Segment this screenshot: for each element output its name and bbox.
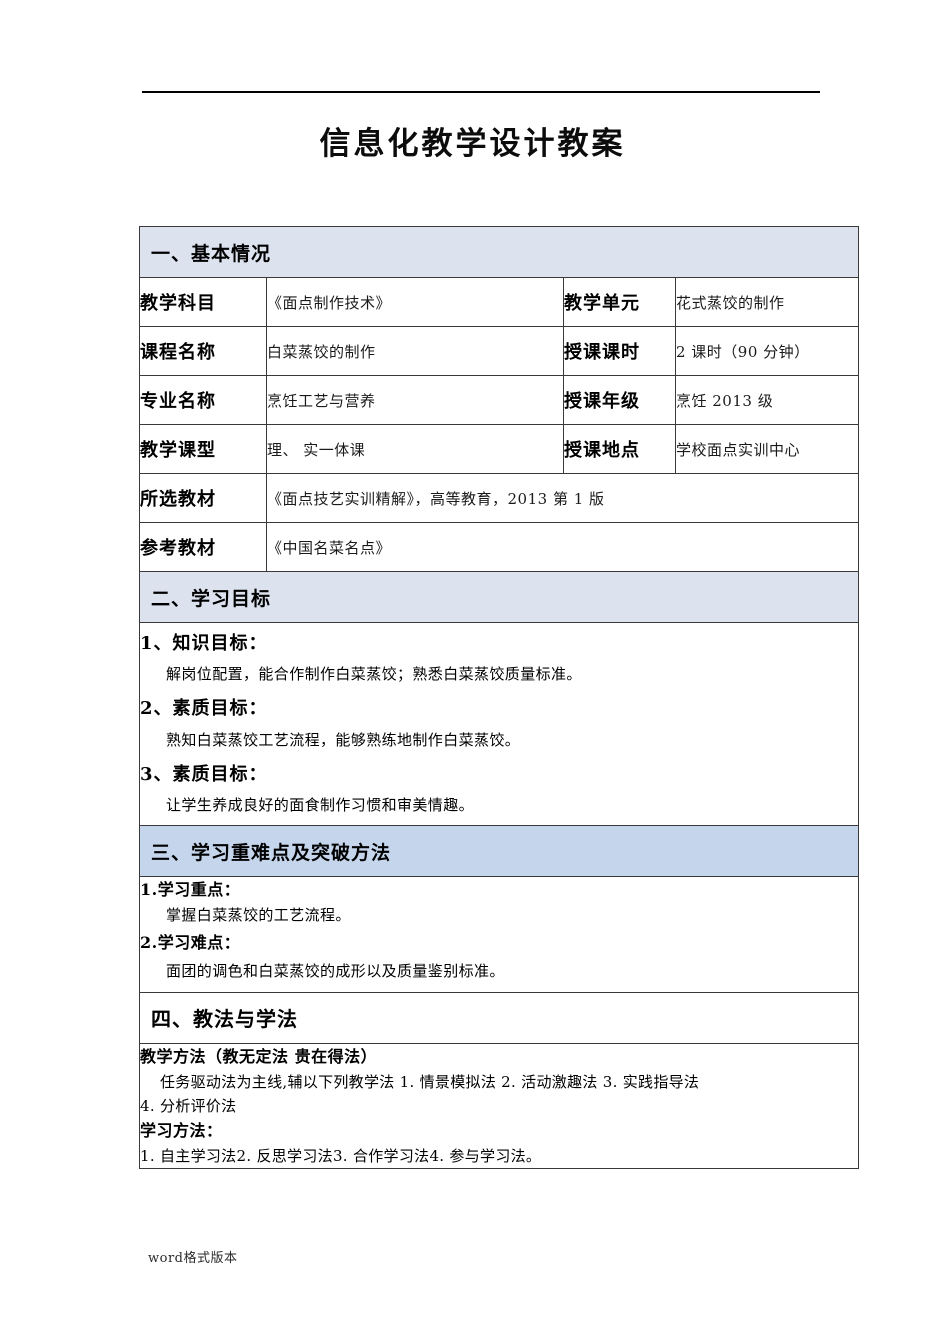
table-row: 教学科目 《面点制作技术》 教学单元 花式蒸饺的制作 xyxy=(139,277,860,327)
goal-title-quality-3: 3、素质目标： xyxy=(140,763,268,785)
table-row: 教学课型 理、 实一体课 授课地点 学校面点实训中心 xyxy=(139,424,860,474)
field-value-selected-textbook: 《面点技艺实训精解》，高等教育，2013 第 1 版 xyxy=(265,473,860,523)
section-header-basic-info: 一、基本情况 xyxy=(138,226,860,278)
field-label-major: 专业名称 xyxy=(139,375,267,425)
field-label-lesson-type: 教学课型 xyxy=(139,424,267,474)
table-row: 参考教材 《中国名菜名点》 xyxy=(139,522,860,572)
section-heading-learning-goals-label: 二、学习目标 xyxy=(138,571,860,623)
goal-body-quality-2: 熟知白菜蒸饺工艺流程，能够熟练地制作白菜蒸饺。 xyxy=(166,730,521,749)
field-value-major: 烹饪工艺与营养 xyxy=(266,375,564,425)
field-value-unit: 花式蒸饺的制作 xyxy=(674,277,860,327)
learning-method-title: 学习方法： xyxy=(140,1121,223,1141)
section-heading-key-difficulties-label: 三、学习重难点及突破方法 xyxy=(138,825,860,878)
learning-goals-content: 1、知识目标： 解岗位配置，能合作制作白菜蒸饺；熟悉白菜蒸饺质量标准。 2、素质… xyxy=(138,621,860,827)
field-label-subject: 教学科目 xyxy=(139,277,267,327)
difficultpoint-body: 面团的调色和白菜蒸饺的成形以及质量鉴别标准。 xyxy=(166,962,505,981)
methods-content: 教学方法（教无定法 贵在得法） 任务驱动法为主线,辅以下列教学法 1. 情景模拟… xyxy=(138,1042,860,1170)
table-row: 课程名称 白菜蒸饺的制作 授课课时 2 课时（90 分钟） xyxy=(139,326,860,376)
difficultpoint-title: 2.学习难点： xyxy=(140,932,241,952)
section-header-methods: 四、教法与学法 xyxy=(138,991,860,1044)
table-row: 教学方法（教无定法 贵在得法） 任务驱动法为主线,辅以下列教学法 1. 情景模拟… xyxy=(138,1042,860,1170)
table-row: 所选教材 《面点技艺实训精解》，高等教育，2013 第 1 版 xyxy=(139,473,860,523)
field-label-grade: 授课年级 xyxy=(563,375,676,425)
field-label-selected-textbook: 所选教材 xyxy=(139,473,267,523)
document-page: 信息化教学设计教案 一、基本情况 教学科目 《面点制作技术》 教学单元 花式蒸饺… xyxy=(0,0,945,1337)
section-heading-methods-label: 四、教法与学法 xyxy=(138,991,860,1044)
keypoint-title: 1.学习重点： xyxy=(140,880,241,900)
field-value-grade: 烹饪 2013 级 xyxy=(674,375,860,425)
goal-body-knowledge: 解岗位配置，能合作制作白菜蒸饺；熟悉白菜蒸饺质量标准。 xyxy=(166,665,582,684)
goal-title-quality-2: 2、素质目标： xyxy=(140,698,268,720)
page-header-rule xyxy=(142,91,820,93)
field-value-reference-textbook: 《中国名菜名点》 xyxy=(265,522,860,572)
goal-title-knowledge: 1、知识目标： xyxy=(140,633,268,654)
teaching-method-line-2: 4. 分析评价法 xyxy=(140,1096,237,1115)
key-difficulties-content: 1.学习重点： 掌握白菜蒸饺的工艺流程。 2.学习难点： 面团的调色和白菜蒸饺的… xyxy=(138,876,860,993)
goal-body-quality-3: 让学生养成良好的面食制作习惯和审美情趣。 xyxy=(166,796,475,815)
lesson-plan-table: 一、基本情况 教学科目 《面点制作技术》 教学单元 花式蒸饺的制作 课程名称 白… xyxy=(138,226,860,1170)
field-label-course-name: 课程名称 xyxy=(139,326,267,376)
keypoint-body: 掌握白菜蒸饺的工艺流程。 xyxy=(166,906,351,925)
field-label-location: 授课地点 xyxy=(563,424,676,474)
field-value-subject: 《面点制作技术》 xyxy=(266,277,564,327)
learning-method-line: 1. 自主学习法2. 反思学习法3. 合作学习法4. 参与学习法。 xyxy=(140,1147,542,1166)
field-value-lesson-type: 理、 实一体课 xyxy=(266,424,564,474)
section-heading-basic-info-label: 一、基本情况 xyxy=(138,226,860,278)
table-row: 专业名称 烹饪工艺与营养 授课年级 烹饪 2013 级 xyxy=(139,375,860,425)
section-header-key-difficulties: 三、学习重难点及突破方法 xyxy=(138,825,860,878)
teaching-method-line-1: 任务驱动法为主线,辅以下列教学法 1. 情景模拟法 2. 活动激趣法 3. 实践… xyxy=(160,1072,700,1091)
field-label-reference-textbook: 参考教材 xyxy=(139,522,267,572)
field-label-class-hours: 授课课时 xyxy=(563,326,676,376)
teaching-method-title: 教学方法（教无定法 贵在得法） xyxy=(140,1046,378,1066)
section-header-learning-goals: 二、学习目标 xyxy=(138,571,860,623)
footer-note: word格式版本 xyxy=(148,1251,238,1266)
field-label-unit: 教学单元 xyxy=(563,277,676,327)
table-row: 1.学习重点： 掌握白菜蒸饺的工艺流程。 2.学习难点： 面团的调色和白菜蒸饺的… xyxy=(138,876,860,993)
field-value-location: 学校面点实训中心 xyxy=(674,424,860,474)
table-row: 1、知识目标： 解岗位配置，能合作制作白菜蒸饺；熟悉白菜蒸饺质量标准。 2、素质… xyxy=(138,621,860,827)
page-title: 信息化教学设计教案 xyxy=(319,126,626,162)
field-value-class-hours: 2 课时（90 分钟） xyxy=(674,326,860,376)
field-value-course-name: 白菜蒸饺的制作 xyxy=(266,326,564,376)
